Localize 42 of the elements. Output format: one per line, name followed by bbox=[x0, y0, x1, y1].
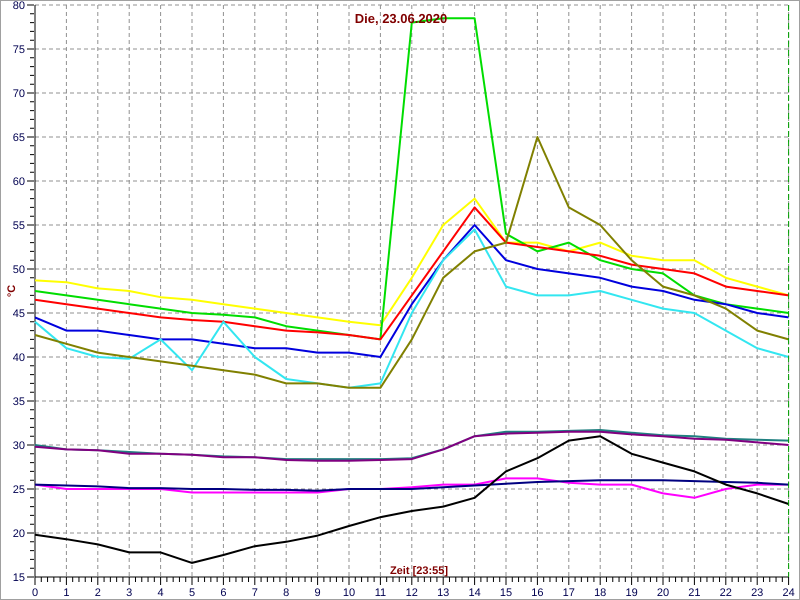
x-tick-label: 3 bbox=[126, 587, 132, 599]
y-tick-label: 40 bbox=[12, 352, 25, 364]
x-tick-label: 18 bbox=[594, 587, 606, 599]
x-tick-label: 17 bbox=[562, 587, 575, 599]
x-tick-label: 14 bbox=[468, 587, 481, 599]
y-tick-label: 20 bbox=[12, 528, 25, 540]
x-tick-label: 9 bbox=[314, 587, 321, 599]
x-axis-title: Zeit [23:55] bbox=[390, 565, 448, 577]
x-tick-label: 19 bbox=[625, 587, 638, 599]
y-tick-label: 25 bbox=[12, 484, 25, 496]
x-tick-label: 8 bbox=[283, 587, 290, 599]
x-tick-label: 6 bbox=[220, 587, 226, 599]
y-tick-label: 60 bbox=[12, 176, 25, 188]
y-tick-label: 35 bbox=[12, 396, 25, 408]
y-tick-label: 80 bbox=[12, 1, 25, 12]
x-tick-label: 2 bbox=[94, 587, 101, 599]
y-tick-label: 50 bbox=[12, 264, 25, 276]
x-tick-label: 16 bbox=[531, 587, 544, 599]
y-tick-label: 55 bbox=[12, 220, 25, 232]
y-tick-label: 70 bbox=[12, 88, 25, 100]
chart-title: Die, 23.06.2020 bbox=[354, 11, 448, 26]
x-tick-label: 4 bbox=[158, 587, 164, 599]
x-tick-label: 15 bbox=[500, 587, 512, 599]
x-tick-label: 7 bbox=[252, 587, 258, 599]
y-tick-label: 15 bbox=[12, 572, 25, 584]
x-tick-label: 13 bbox=[437, 587, 450, 599]
y-tick-label: 45 bbox=[12, 308, 25, 320]
x-tick-label: 24 bbox=[782, 587, 795, 599]
x-tick-label: 20 bbox=[656, 587, 670, 599]
x-tick-label: 5 bbox=[188, 587, 196, 599]
x-tick-label: 10 bbox=[342, 587, 356, 599]
x-tick-label: 0 bbox=[32, 587, 38, 599]
y-tick-label: 75 bbox=[12, 44, 25, 56]
x-tick-label: 11 bbox=[374, 587, 386, 599]
x-tick-label: 23 bbox=[751, 587, 764, 599]
x-tick-label: 21 bbox=[688, 587, 701, 599]
x-tick-label: 22 bbox=[720, 587, 732, 599]
y-axis-title: °C bbox=[6, 284, 18, 298]
y-tick-label: 65 bbox=[12, 132, 25, 144]
x-tick-label: 1 bbox=[63, 587, 70, 599]
x-tick-label: 12 bbox=[406, 587, 418, 599]
y-tick-label: 30 bbox=[12, 440, 25, 452]
